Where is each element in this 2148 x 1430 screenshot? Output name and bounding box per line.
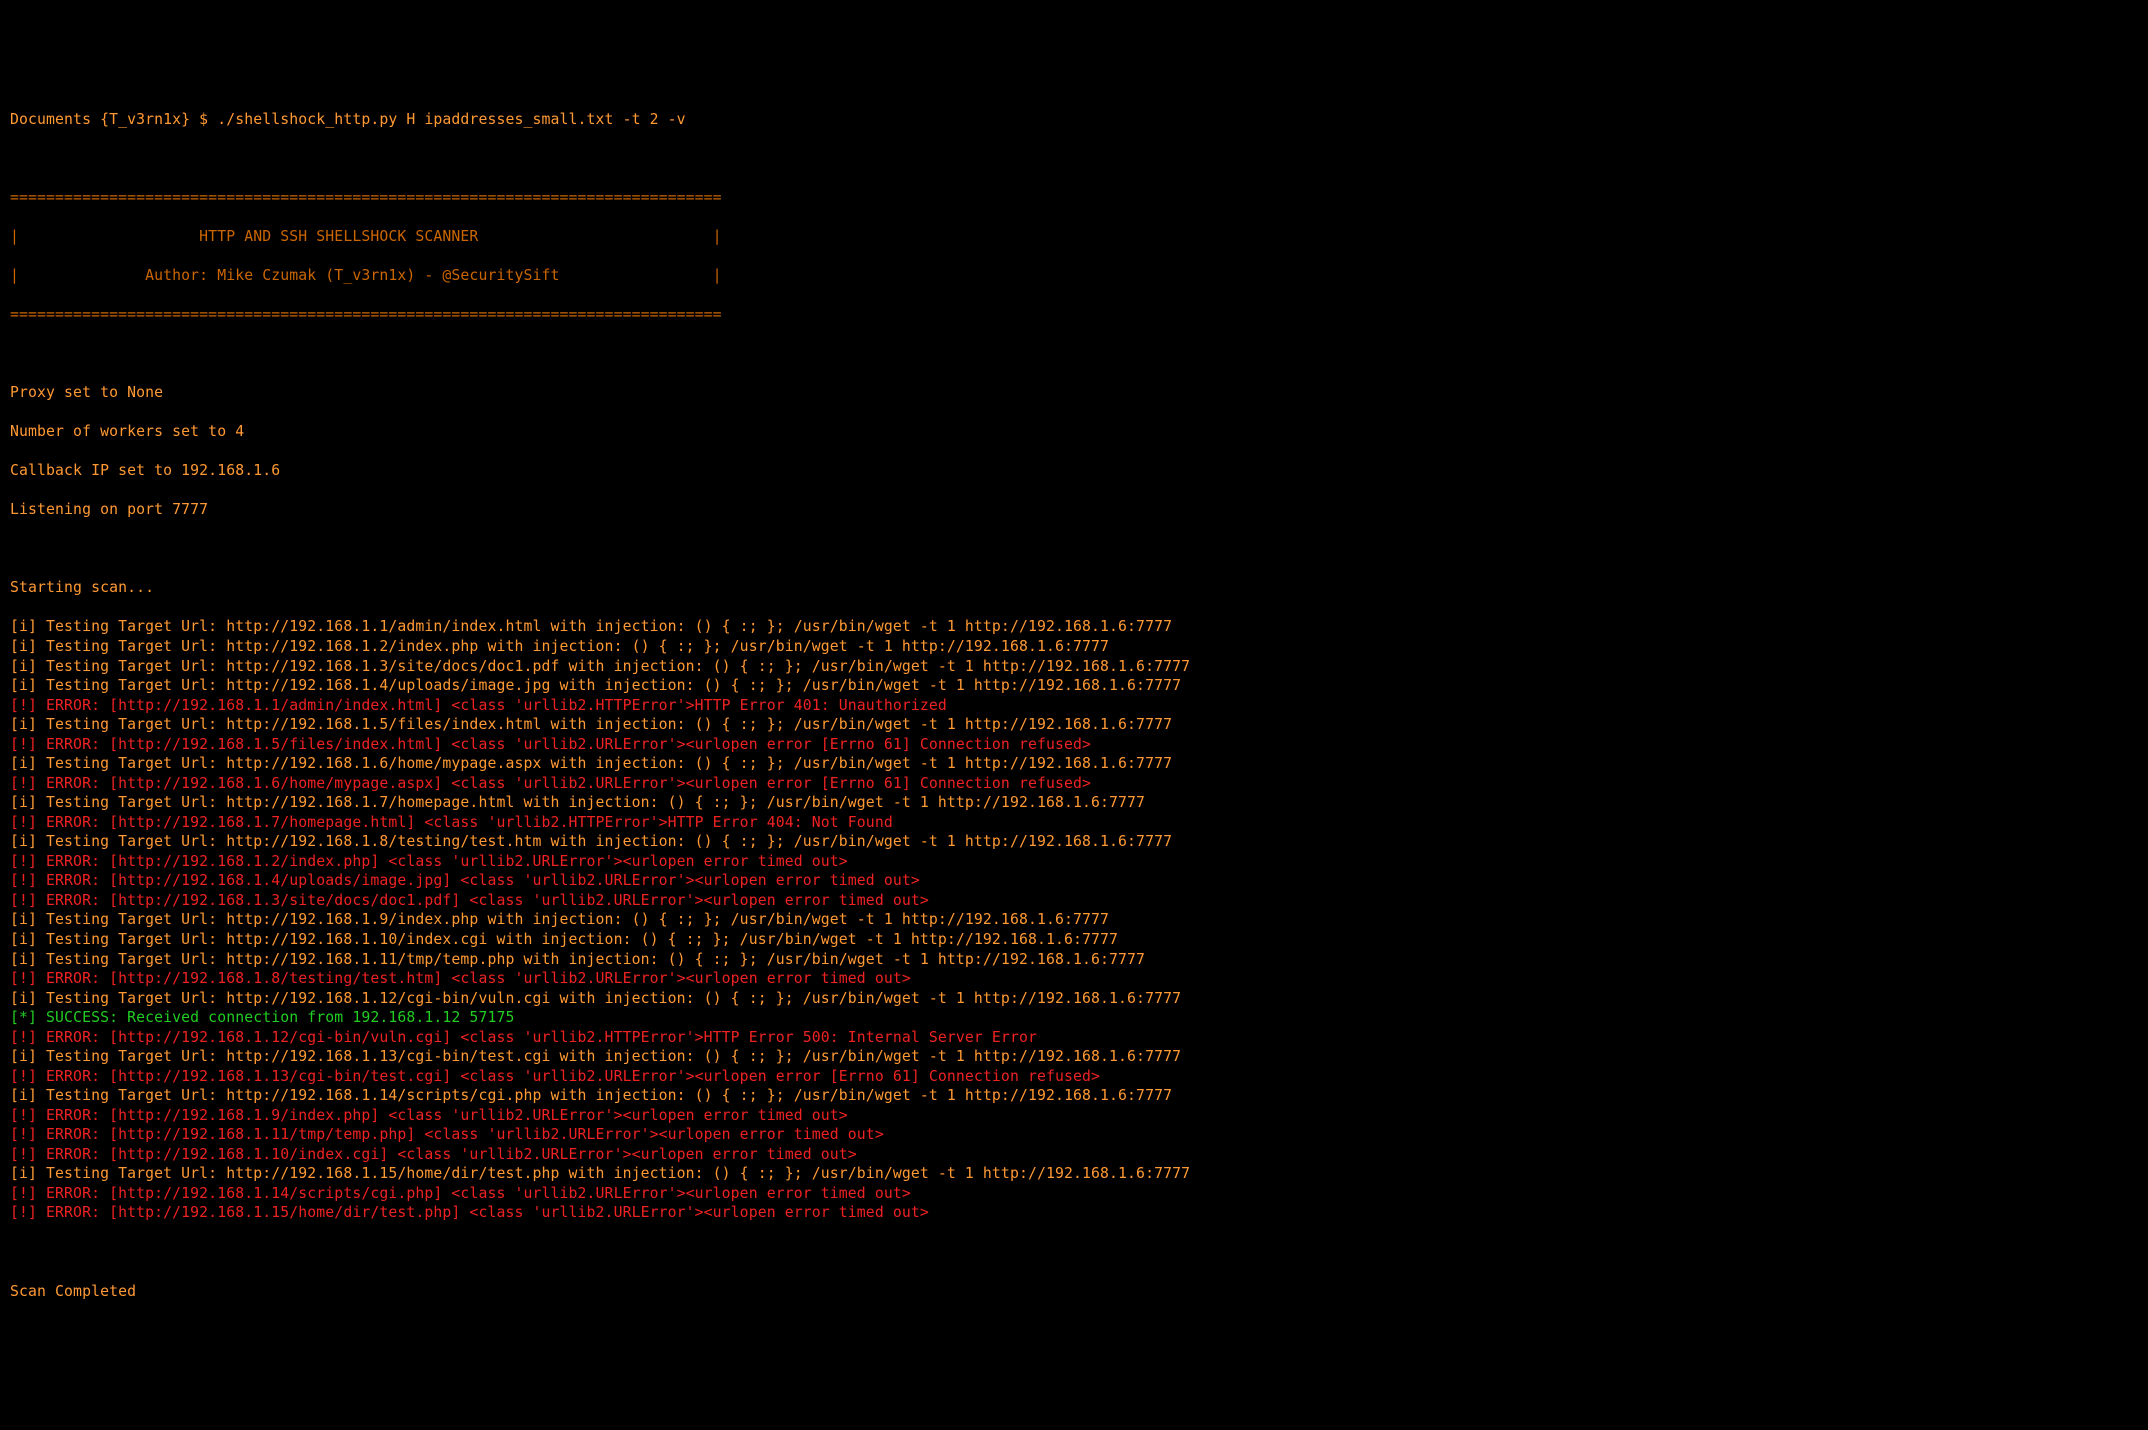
blank-line bbox=[10, 539, 2138, 559]
info-line: [i] Testing Target Url: http://192.168.1… bbox=[10, 793, 2138, 813]
error-line: [!] ERROR: [http://192.168.1.15/home/dir… bbox=[10, 1203, 2138, 1223]
completed-line: Scan Completed bbox=[10, 1282, 2138, 1302]
info-line: [i] Testing Target Url: http://192.168.1… bbox=[10, 754, 2138, 774]
info-line: [i] Testing Target Url: http://192.168.1… bbox=[10, 637, 2138, 657]
blank-line bbox=[10, 344, 2138, 364]
error-line: [!] ERROR: [http://192.168.1.8/testing/t… bbox=[10, 969, 2138, 989]
info-line: [i] Testing Target Url: http://192.168.1… bbox=[10, 617, 2138, 637]
info-line: [i] Testing Target Url: http://192.168.1… bbox=[10, 1086, 2138, 1106]
success-line: [*] SUCCESS: Received connection from 19… bbox=[10, 1008, 2138, 1028]
error-line: [!] ERROR: [http://192.168.1.14/scripts/… bbox=[10, 1184, 2138, 1204]
info-line: [i] Testing Target Url: http://192.168.1… bbox=[10, 950, 2138, 970]
banner-title: | HTTP AND SSH SHELLSHOCK SCANNER | bbox=[10, 227, 2138, 247]
info-line: [i] Testing Target Url: http://192.168.1… bbox=[10, 989, 2138, 1009]
blank-line bbox=[10, 1242, 2138, 1262]
info-line: [i] Testing Target Url: http://192.168.1… bbox=[10, 657, 2138, 677]
scan-output: [i] Testing Target Url: http://192.168.1… bbox=[10, 617, 2138, 1222]
info-line: [i] Testing Target Url: http://192.168.1… bbox=[10, 832, 2138, 852]
starting-line: Starting scan... bbox=[10, 578, 2138, 598]
info-line: [i] Testing Target Url: http://192.168.1… bbox=[10, 1047, 2138, 1067]
setup-line: Callback IP set to 192.168.1.6 bbox=[10, 461, 2138, 481]
blank-line bbox=[10, 149, 2138, 169]
banner-sep: ========================================… bbox=[10, 188, 2138, 208]
error-line: [!] ERROR: [http://192.168.1.5/files/ind… bbox=[10, 735, 2138, 755]
setup-line: Proxy set to None bbox=[10, 383, 2138, 403]
error-line: [!] ERROR: [http://192.168.1.13/cgi-bin/… bbox=[10, 1067, 2138, 1087]
error-line: [!] ERROR: [http://192.168.1.4/uploads/i… bbox=[10, 871, 2138, 891]
error-line: [!] ERROR: [http://192.168.1.11/tmp/temp… bbox=[10, 1125, 2138, 1145]
info-line: [i] Testing Target Url: http://192.168.1… bbox=[10, 715, 2138, 735]
banner-author: | Author: Mike Czumak (T_v3rn1x) - @Secu… bbox=[10, 266, 2138, 286]
error-line: [!] ERROR: [http://192.168.1.10/index.cg… bbox=[10, 1145, 2138, 1165]
error-line: [!] ERROR: [http://192.168.1.2/index.php… bbox=[10, 852, 2138, 872]
setup-line: Number of workers set to 4 bbox=[10, 422, 2138, 442]
error-line: [!] ERROR: [http://192.168.1.9/index.php… bbox=[10, 1106, 2138, 1126]
info-line: [i] Testing Target Url: http://192.168.1… bbox=[10, 1164, 2138, 1184]
banner-sep: ========================================… bbox=[10, 305, 2138, 325]
prompt-line: Documents {T_v3rn1x} $ ./shellshock_http… bbox=[10, 110, 2138, 130]
info-line: [i] Testing Target Url: http://192.168.1… bbox=[10, 930, 2138, 950]
error-line: [!] ERROR: [http://192.168.1.3/site/docs… bbox=[10, 891, 2138, 911]
error-line: [!] ERROR: [http://192.168.1.7/homepage.… bbox=[10, 813, 2138, 833]
info-line: [i] Testing Target Url: http://192.168.1… bbox=[10, 910, 2138, 930]
error-line: [!] ERROR: [http://192.168.1.12/cgi-bin/… bbox=[10, 1028, 2138, 1048]
info-line: [i] Testing Target Url: http://192.168.1… bbox=[10, 676, 2138, 696]
error-line: [!] ERROR: [http://192.168.1.6/home/mypa… bbox=[10, 774, 2138, 794]
setup-line: Listening on port 7777 bbox=[10, 500, 2138, 520]
terminal-output: Documents {T_v3rn1x} $ ./shellshock_http… bbox=[10, 90, 2138, 1320]
error-line: [!] ERROR: [http://192.168.1.1/admin/ind… bbox=[10, 696, 2138, 716]
